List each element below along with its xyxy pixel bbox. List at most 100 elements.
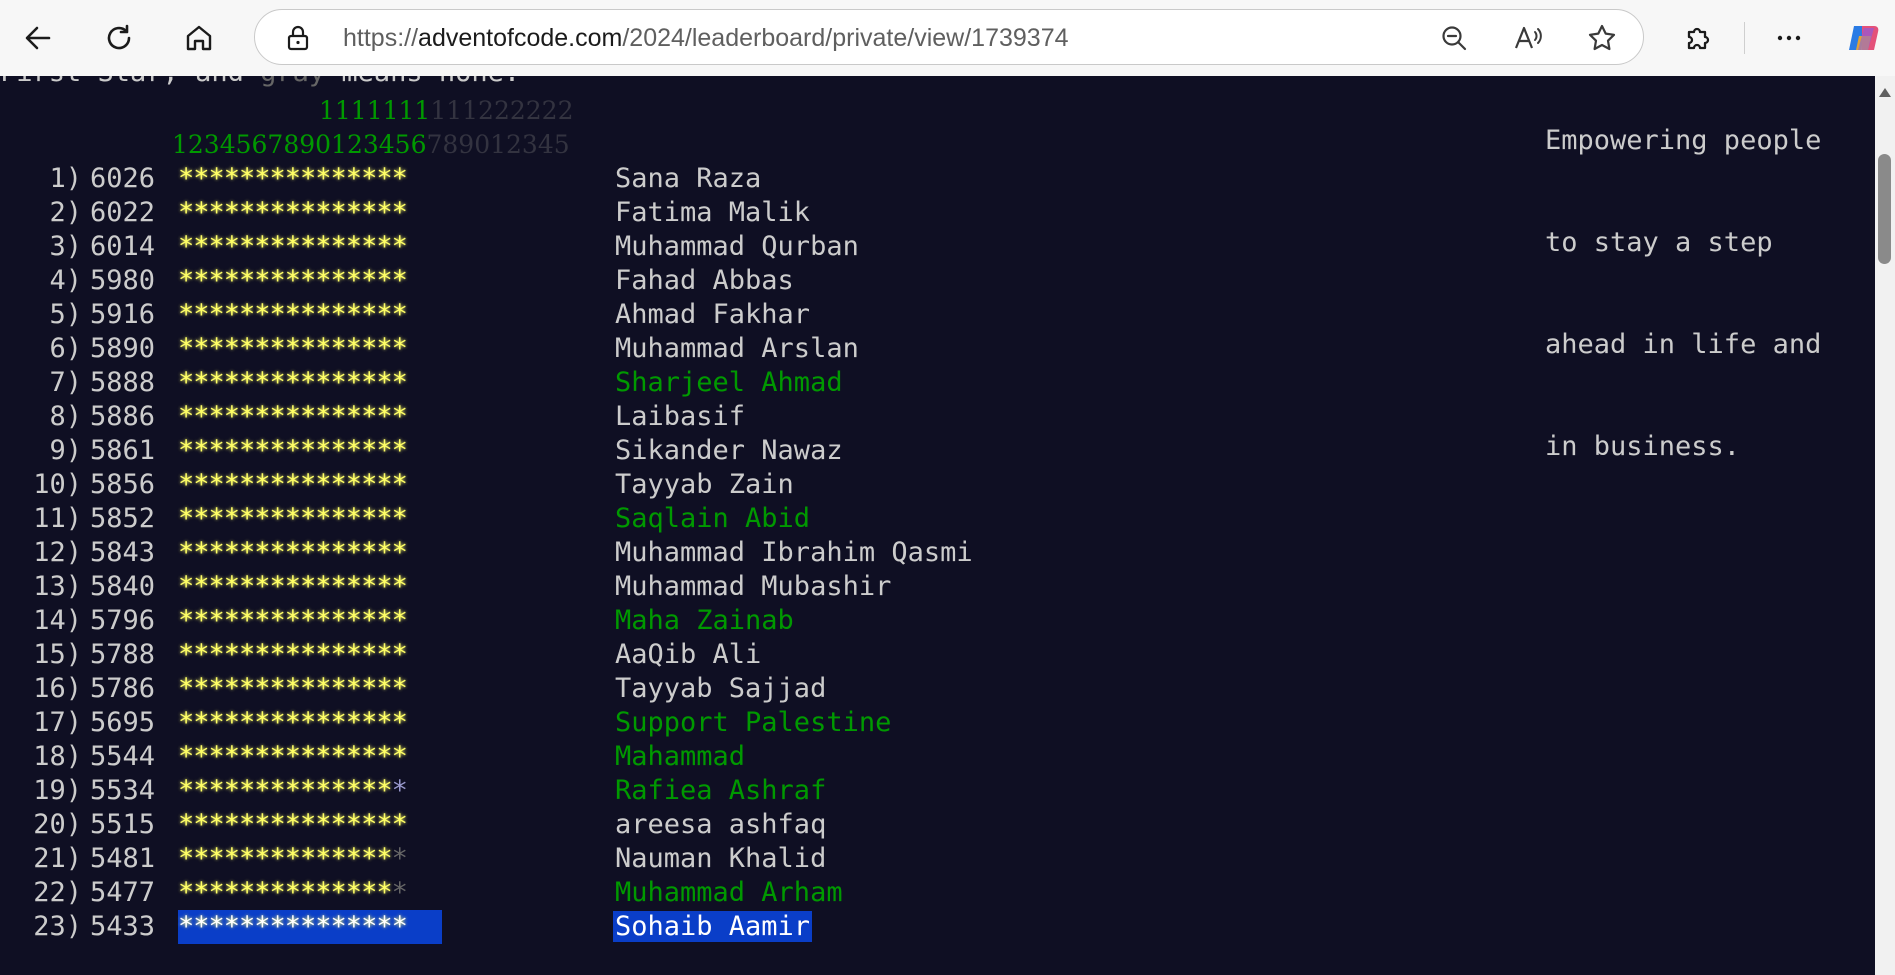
more-button[interactable] <box>1767 16 1811 60</box>
rank-label: 19) <box>33 775 82 806</box>
participant-name[interactable]: Sharjeel Ahmad <box>615 366 843 400</box>
score-value: 5433 <box>90 911 156 942</box>
score-value: 5861 <box>90 435 156 466</box>
gold-stars: *************** <box>178 435 408 466</box>
read-aloud-icon[interactable] <box>1513 23 1543 53</box>
participant-name-text: Sharjeel Ahmad <box>615 367 843 398</box>
gold-stars: *************** <box>178 503 408 534</box>
participant-name[interactable]: Support Palestine <box>615 706 891 740</box>
extensions-button[interactable] <box>1676 16 1720 60</box>
participant-name[interactable]: Saqlain Abid <box>615 502 810 536</box>
star-progress: *************** <box>178 740 442 774</box>
leaderboard-row: 9) 5861 *************** Sikander Nawaz <box>8 434 842 468</box>
back-button[interactable] <box>16 16 60 60</box>
score-value: 6026 <box>90 163 156 194</box>
rank-label: 11) <box>33 503 82 534</box>
participant-name-text: Muhammad Qurban <box>615 231 859 262</box>
gold-stars: *************** <box>178 537 408 568</box>
participant-name: Fahad Abbas <box>615 264 794 298</box>
address-bar[interactable]: https://adventofcode.com/2024/leaderboar… <box>254 9 1644 65</box>
gold-stars: *************** <box>178 333 408 364</box>
participant-name: Muhammad Mubashir <box>615 570 891 604</box>
score-value: 5695 <box>90 707 156 738</box>
home-button[interactable] <box>177 16 221 60</box>
gold-stars: *************** <box>178 163 408 194</box>
leaderboard-row: 15) 5788 *************** AaQib Ali <box>8 638 761 672</box>
sponsor-line: to stay a step <box>1545 227 1773 258</box>
star-progress: *************** <box>178 366 442 400</box>
star-progress: *************** <box>178 298 442 332</box>
score-value: 5544 <box>90 741 156 772</box>
scrollbar-thumb[interactable] <box>1878 154 1891 264</box>
score-value: 5477 <box>90 877 156 908</box>
leaderboard-row: 12) 5843 *************** Muhammad Ibrahim Q… <box>8 536 972 570</box>
participant-name-text: Tayyab Zain <box>615 469 794 500</box>
rank-label: 12) <box>33 537 82 568</box>
back-icon <box>25 26 51 50</box>
participant-name: areesa ashfaq <box>615 808 826 842</box>
star-progress: *************** <box>178 196 442 230</box>
leaderboard-row: 3) 6014 *************** Muhammad Qurban <box>8 230 858 264</box>
copilot-button[interactable] <box>1842 16 1886 60</box>
favorite-star-icon[interactable] <box>1587 23 1617 53</box>
leaderboard-row: 6) 5890 *************** Muhammad Arslan <box>8 332 858 366</box>
star-progress: *************** <box>178 230 442 264</box>
participant-name-text: Muhammad Arslan <box>615 333 859 364</box>
participant-name: Tayyab Sajjad <box>615 672 826 706</box>
participant-name[interactable]: Mahammad <box>615 740 745 774</box>
participant-name-text: Tayyab Sajjad <box>615 673 827 704</box>
star-progress: *************** <box>178 910 442 944</box>
sponsor-line: ahead in life and <box>1545 329 1822 360</box>
leaderboard-row: 1) 6026 *************** Sana Raza <box>8 162 761 196</box>
sponsor-line: Empowering people <box>1545 125 1822 156</box>
participant-name[interactable]: Muhammad Arham <box>615 876 843 910</box>
refresh-icon <box>107 24 131 50</box>
leaderboard-row: 5) 5916 *************** Ahmad Fakhar <box>8 298 810 332</box>
rank-label: 3) <box>49 231 82 262</box>
participant-name-text: Support Palestine <box>615 707 892 738</box>
score-value: 6022 <box>90 197 156 228</box>
participant-name[interactable]: Maha Zainab <box>615 604 794 638</box>
gold-stars: ************** <box>178 877 393 908</box>
gold-stars: *************** <box>178 401 408 432</box>
scroll-up-arrow-icon[interactable] <box>1879 88 1891 97</box>
refresh-button[interactable] <box>97 16 141 60</box>
leaderboard-row: 2) 6022 *************** Fatima Malik <box>8 196 810 230</box>
participant-name: Sohaib Aamir <box>613 910 813 944</box>
star-progress: *************** <box>178 774 442 808</box>
rank-label: 20) <box>33 809 82 840</box>
participant-name-text: Muhammad Mubashir <box>615 571 892 602</box>
rank-label: 6) <box>49 333 82 364</box>
star-progress: *************** <box>178 672 442 706</box>
lock-icon[interactable] <box>285 24 311 56</box>
gold-stars: ************** <box>178 775 393 806</box>
gold-stars: *************** <box>178 231 408 262</box>
gold-stars: *************** <box>178 469 408 500</box>
score-value: 5786 <box>90 673 156 704</box>
vertical-scrollbar[interactable] <box>1875 76 1895 975</box>
silver-stars: * <box>391 775 408 806</box>
gold-stars: *************** <box>178 299 408 330</box>
rank-label: 8) <box>49 401 82 432</box>
participant-name[interactable]: Rafiea Ashraf <box>615 774 826 808</box>
url-text[interactable]: https://adventofcode.com/2024/leaderboar… <box>343 24 1069 53</box>
rank-label: 9) <box>49 435 82 466</box>
participant-name-text: Sana Raza <box>615 163 762 194</box>
participant-name-text: Ahmad Fakhar <box>615 299 811 330</box>
star-progress: *************** <box>178 570 442 604</box>
unearned-stars: * <box>391 877 408 908</box>
score-value: 5888 <box>90 367 156 398</box>
rank-label: 17) <box>33 707 82 738</box>
participant-name: Muhammad Ibrahim Qasmi <box>615 536 973 570</box>
sponsor-line: in business. <box>1545 431 1741 462</box>
participant-name: Tayyab Zain <box>615 468 794 502</box>
extensions-icon <box>1687 27 1710 50</box>
day-tens-header: 1111111111222222 <box>319 96 574 125</box>
zoom-out-icon[interactable] <box>1439 23 1469 53</box>
star-progress: *************** <box>178 162 442 196</box>
rank-label: 14) <box>33 605 82 636</box>
leaderboard-row: 7) 5888 *************** Sharjeel Ahmad <box>8 366 842 400</box>
rank-label: 21) <box>33 843 82 874</box>
url-path: /2024/leaderboard/private/view/1739374 <box>622 24 1069 52</box>
participant-name-text: Fahad Abbas <box>615 265 794 296</box>
